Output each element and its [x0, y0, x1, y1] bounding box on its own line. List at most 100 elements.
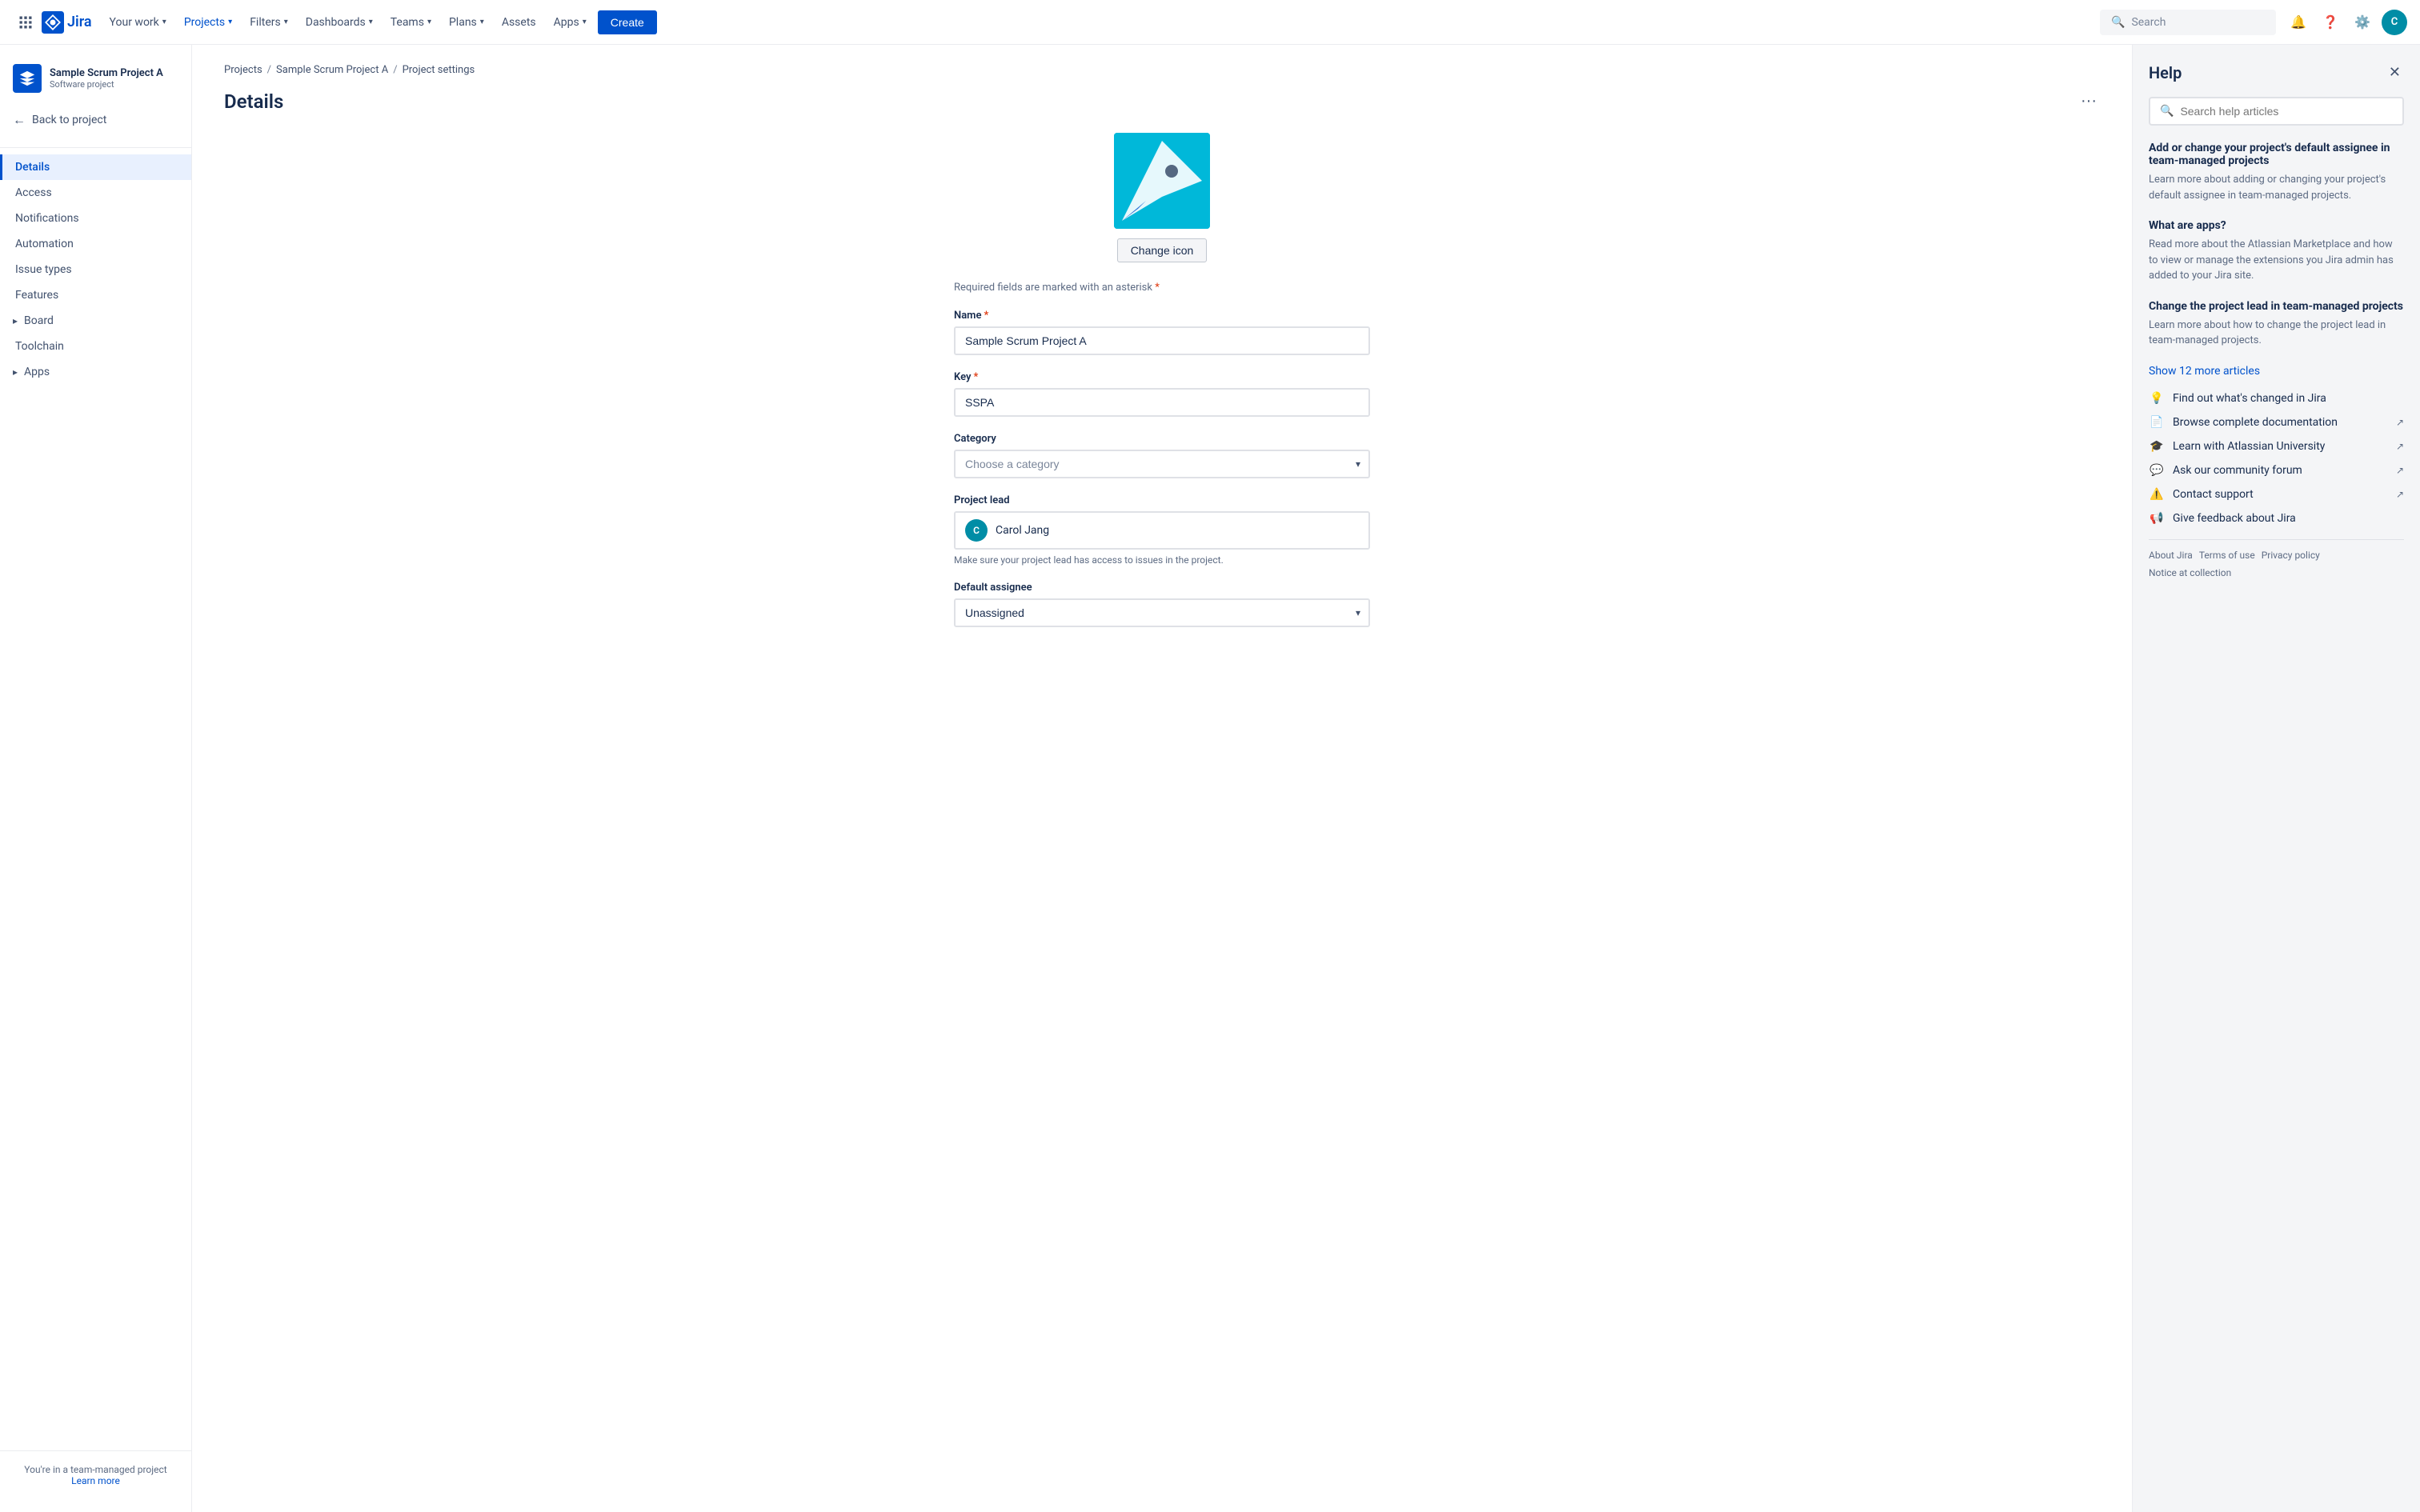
breadcrumb-project[interactable]: Sample Scrum Project A [276, 64, 388, 76]
sidebar-footer-text: You're in a team-managed project [13, 1464, 178, 1475]
help-article-3-title[interactable]: Change the project lead in team-managed … [2149, 300, 2404, 313]
project-lead-input[interactable]: C Carol Jang [954, 511, 1370, 550]
sidebar-learn-more-link[interactable]: Learn more [13, 1475, 178, 1486]
key-input[interactable] [954, 388, 1370, 417]
project-lead-hint: Make sure your project lead has access t… [954, 554, 1370, 566]
change-icon-button[interactable]: Change icon [1117, 238, 1208, 262]
category-select[interactable]: Choose a category [954, 450, 1370, 478]
nav-apps[interactable]: Apps ▾ [546, 11, 595, 34]
notifications-button[interactable]: 🔔 [2286, 10, 2311, 35]
project-icon [13, 64, 42, 93]
chevron-down-icon: ▾ [369, 18, 373, 26]
sidebar-item-automation[interactable]: Automation [0, 231, 191, 257]
main-content: Projects / Sample Scrum Project A / Proj… [192, 45, 2132, 1512]
default-assignee-select[interactable]: Unassigned [954, 598, 1370, 627]
chevron-down-icon: ▾ [228, 18, 232, 26]
show-more-articles-link[interactable]: Show 12 more articles [2149, 365, 2404, 378]
sidebar-item-notifications[interactable]: Notifications [0, 206, 191, 231]
topnav: Jira Your work ▾ Projects ▾ Filters ▾ Da… [0, 0, 2420, 45]
privacy-policy-link[interactable]: Privacy policy [2262, 550, 2320, 561]
project-lead-label: Project lead [954, 494, 1370, 506]
project-icon-container: Change icon [954, 133, 1370, 262]
sidebar-item-features[interactable]: Features [0, 282, 191, 308]
search-bar[interactable]: 🔍 Search [2100, 10, 2276, 35]
help-title: Help [2149, 63, 2182, 82]
help-links: 💡 Find out what's changed in Jira 📄 Brow… [2149, 390, 2404, 526]
nav-assets[interactable]: Assets [494, 11, 544, 34]
about-jira-link[interactable]: About Jira [2149, 550, 2193, 561]
help-article-3: Change the project lead in team-managed … [2149, 300, 2404, 349]
nav-teams[interactable]: Teams ▾ [383, 11, 439, 34]
nav-projects[interactable]: Projects ▾ [176, 11, 240, 34]
help-article-1-desc: Learn more about adding or changing your… [2149, 172, 2404, 203]
help-button[interactable]: ❓ [2318, 10, 2343, 35]
graduation-icon: 🎓 [2149, 438, 2165, 454]
megaphone-icon: 📢 [2149, 510, 2165, 526]
help-article-2-desc: Read more about the Atlassian Marketplac… [2149, 237, 2404, 284]
nav-dashboards[interactable]: Dashboards ▾ [298, 11, 381, 34]
key-field: Key * [954, 371, 1370, 417]
name-field: Name * [954, 310, 1370, 355]
help-link-text: Give feedback about Jira [2173, 512, 2404, 525]
nav-your-work[interactable]: Your work ▾ [102, 11, 174, 34]
external-link-icon: ↗ [2396, 417, 2404, 428]
external-link-icon: ↗ [2396, 489, 2404, 500]
help-article-1: Add or change your project's default ass… [2149, 142, 2404, 203]
help-search-bar[interactable]: 🔍 [2149, 97, 2404, 126]
help-link-documentation[interactable]: 📄 Browse complete documentation ↗ [2149, 414, 2404, 430]
default-assignee-field: Default assignee Unassigned ▾ [954, 582, 1370, 627]
sidebar-item-board[interactable]: ▸ Board [0, 308, 191, 334]
help-link-community[interactable]: 💬 Ask our community forum ↗ [2149, 462, 2404, 478]
more-options-button[interactable]: ··· [2077, 89, 2100, 114]
page-title: Details [224, 90, 283, 113]
sidebar-item-access[interactable]: Access [0, 180, 191, 206]
default-assignee-select-wrapper: Unassigned ▾ [954, 598, 1370, 627]
user-avatar[interactable]: C [2382, 10, 2407, 35]
sidebar-project-header: Sample Scrum Project A Software project [0, 58, 191, 99]
search-icon: 🔍 [2160, 105, 2174, 118]
key-label: Key * [954, 371, 1370, 383]
help-article-2: What are apps? Read more about the Atlas… [2149, 219, 2404, 284]
back-icon: ← [13, 112, 26, 128]
help-article-2-title[interactable]: What are apps? [2149, 219, 2404, 232]
doc-icon: 📄 [2149, 414, 2165, 430]
sidebar-item-details[interactable]: Details [0, 154, 191, 180]
help-panel: Help ✕ 🔍 Add or change your project's de… [2132, 45, 2420, 1512]
help-link-text: Learn with Atlassian University [2173, 440, 2388, 453]
name-input[interactable] [954, 326, 1370, 355]
sidebar-item-apps[interactable]: ▸ Apps [0, 359, 191, 385]
sidebar-item-toolchain[interactable]: Toolchain [0, 334, 191, 359]
jira-logo[interactable]: Jira [42, 11, 92, 34]
back-to-project-button[interactable]: ← Back to project [0, 106, 191, 134]
search-placeholder: Search [2131, 16, 2166, 29]
help-close-button[interactable]: ✕ [2386, 61, 2404, 84]
nav-filters[interactable]: Filters ▾ [242, 11, 296, 34]
chevron-down-icon: ▾ [480, 18, 484, 26]
help-article-1-title[interactable]: Add or change your project's default ass… [2149, 142, 2404, 167]
help-link-whats-changed[interactable]: 💡 Find out what's changed in Jira [2149, 390, 2404, 406]
create-button[interactable]: Create [598, 10, 657, 34]
grid-menu-button[interactable] [13, 10, 38, 35]
help-link-support[interactable]: ⚠️ Contact support ↗ [2149, 486, 2404, 502]
breadcrumb-separator: / [267, 64, 271, 76]
help-search-input[interactable] [2180, 105, 2393, 118]
search-icon: 🔍 [2111, 16, 2125, 29]
chevron-right-icon: ▸ [13, 366, 18, 378]
settings-button[interactable]: ⚙️ [2350, 10, 2375, 35]
terms-of-use-link[interactable]: Terms of use [2199, 550, 2255, 561]
help-link-text: Find out what's changed in Jira [2173, 392, 2404, 405]
sidebar-project-name: Sample Scrum Project A [50, 67, 163, 80]
breadcrumb-projects[interactable]: Projects [224, 64, 262, 76]
chevron-down-icon: ▾ [427, 18, 431, 26]
breadcrumb-settings[interactable]: Project settings [403, 64, 475, 76]
help-link-feedback[interactable]: 📢 Give feedback about Jira [2149, 510, 2404, 526]
help-link-university[interactable]: 🎓 Learn with Atlassian University ↗ [2149, 438, 2404, 454]
project-lead-name: Carol Jang [996, 524, 1049, 537]
sidebar-item-issue-types[interactable]: Issue types [0, 257, 191, 282]
logo-text: Jira [67, 14, 92, 30]
notice-at-collection-link[interactable]: Notice at collection [2149, 567, 2231, 578]
sidebar: Sample Scrum Project A Software project … [0, 45, 192, 1512]
top-navigation: Your work ▾ Projects ▾ Filters ▾ Dashboa… [102, 11, 595, 34]
nav-plans[interactable]: Plans ▾ [441, 11, 492, 34]
topnav-actions: 🔔 ❓ ⚙️ C [2286, 10, 2407, 35]
